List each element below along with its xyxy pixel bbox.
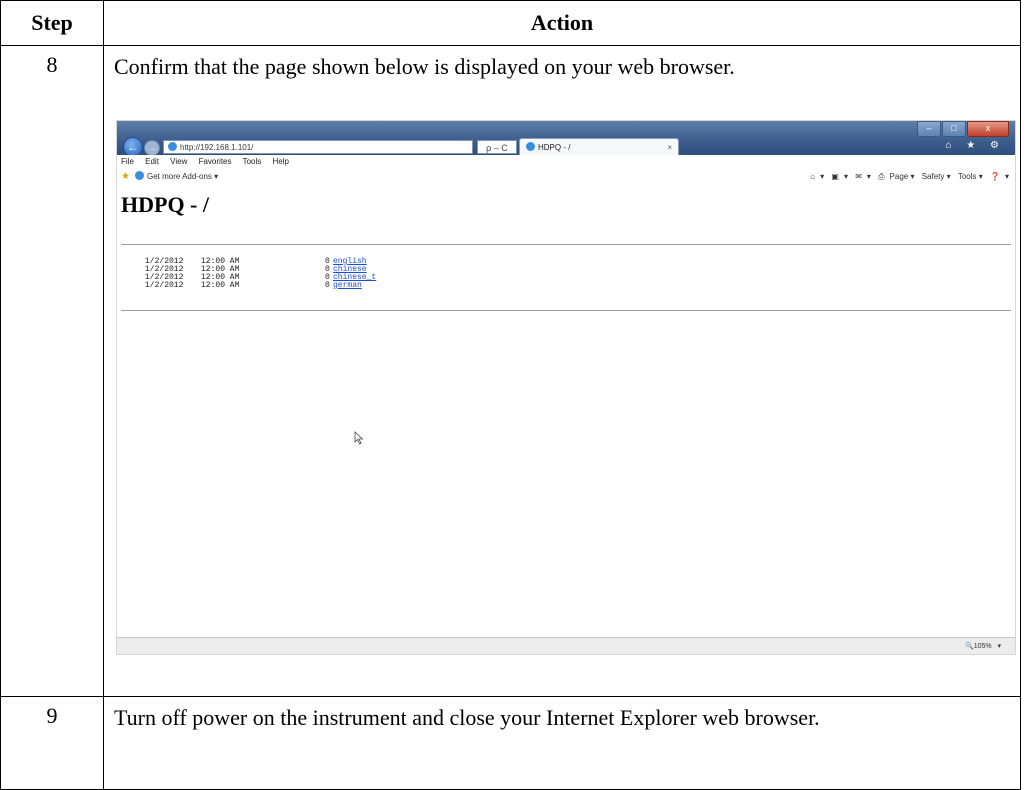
- file-date: 1/2/2012: [145, 281, 184, 290]
- address-text: http://192.168.1.101/: [180, 143, 254, 152]
- ie-logo-icon: [134, 171, 144, 180]
- feeds-icon[interactable]: ▣: [831, 172, 839, 181]
- table-row: 9 Turn off power on the instrument and c…: [0, 696, 1021, 790]
- step-number: 9: [0, 696, 104, 790]
- forward-arrow-icon[interactable]: →: [144, 140, 160, 156]
- cmd-dropdown[interactable]: ▾: [820, 172, 824, 181]
- zoom-level: 105%: [973, 643, 992, 650]
- tab-hdpq[interactable]: HDPQ - / ×: [519, 138, 679, 155]
- browser-titlebar: – □ x ← → http://192.168.1.101/ ρ – C HD…: [117, 121, 1015, 157]
- step-column-header: Step: [0, 0, 104, 46]
- menu-item-view[interactable]: View: [170, 157, 187, 166]
- folder-link[interactable]: german: [333, 281, 362, 290]
- menu-item-help[interactable]: Help: [273, 157, 289, 166]
- page-heading: HDPQ - /: [121, 192, 209, 217]
- command-bar: ⌂▾ ▣▾ ✉▾ ⎙Page ▾ Page ▾ Safety ▾ Tools ▾…: [805, 169, 1009, 185]
- get-addons-link[interactable]: Get more Add-ons ▾: [147, 172, 218, 181]
- ie-logo-icon: [526, 142, 535, 151]
- favorites-star-icon[interactable]: ★: [121, 171, 130, 182]
- search-refresh-buttons[interactable]: ρ – C: [477, 140, 517, 154]
- mouse-pointer-icon: [354, 431, 364, 445]
- list-item: 1/2/2012 12:00 AM 0 german: [145, 282, 376, 290]
- cmd-dropdown[interactable]: ▾: [1005, 172, 1009, 181]
- address-bar[interactable]: http://192.168.1.101/: [163, 140, 473, 154]
- safety-menu[interactable]: Safety ▾: [922, 172, 951, 181]
- help-icon[interactable]: ❓: [990, 172, 1000, 181]
- directory-listing: 1/2/2012 12:00 AM 0 english 1/2/2012 12:00 A…: [145, 258, 376, 290]
- status-bar: 🔍105% ▾: [117, 637, 1015, 654]
- menu-item-favorites[interactable]: Favorites: [199, 157, 232, 166]
- maximize-button[interactable]: □: [942, 121, 966, 137]
- menu-bar: File Edit View Favorites Tools Help: [117, 155, 1015, 169]
- menu-item-file[interactable]: File: [121, 157, 134, 166]
- zoom-dropdown-icon[interactable]: ▾: [997, 643, 1001, 650]
- zoom-icon: 🔍: [965, 643, 974, 650]
- tab-title: HDPQ - /: [538, 143, 571, 152]
- ie-logo-icon: [168, 142, 177, 151]
- home-icon[interactable]: ⌂: [810, 172, 815, 181]
- tools-menu[interactable]: Tools ▾: [958, 172, 983, 181]
- tab-close-icon[interactable]: ×: [667, 139, 672, 156]
- print-icon[interactable]: ⎙: [878, 172, 884, 181]
- action-text: Turn off power on the instrument and clo…: [103, 696, 1021, 790]
- menu-item-tools[interactable]: Tools: [243, 157, 262, 166]
- window-controls: – □ x: [916, 121, 1009, 137]
- browser-screenshot: – □ x ← → http://192.168.1.101/ ρ – C HD…: [117, 121, 1015, 654]
- menu-item-edit[interactable]: Edit: [145, 157, 159, 166]
- step-number: 8: [0, 45, 104, 697]
- cmd-dropdown[interactable]: ▾: [867, 172, 871, 181]
- cmd-dropdown[interactable]: Page ▾: [890, 172, 915, 181]
- back-arrow-icon[interactable]: ←: [123, 137, 143, 157]
- divider: [121, 310, 1011, 311]
- cmd-dropdown[interactable]: ▾: [844, 172, 848, 181]
- zoom-control[interactable]: 🔍105% ▾: [965, 638, 1001, 654]
- action-column-header: Action: [103, 0, 1021, 46]
- file-size: 0: [325, 281, 330, 290]
- close-button[interactable]: x: [967, 121, 1009, 137]
- file-time: 12:00 AM: [201, 281, 240, 290]
- divider: [121, 244, 1011, 245]
- home-favorites-settings-icons[interactable]: ⌂ ★ ⚙: [945, 140, 1005, 151]
- mail-icon[interactable]: ✉: [855, 172, 862, 181]
- minimize-button[interactable]: –: [917, 121, 941, 137]
